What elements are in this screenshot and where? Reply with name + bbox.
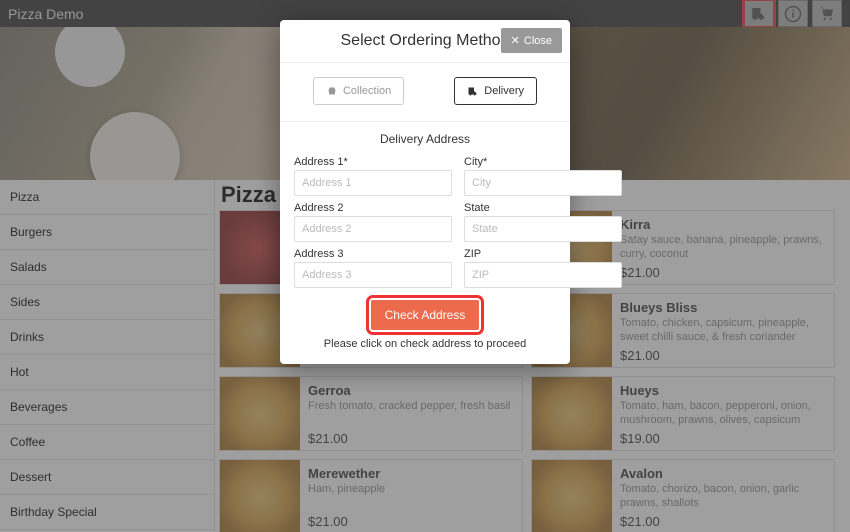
collection-button[interactable]: Collection	[313, 77, 404, 105]
basket-icon	[326, 85, 338, 97]
field-address1: Address 1*	[294, 152, 452, 196]
ordering-method-modal: Select Ordering Method ✕ Close Collectio…	[280, 20, 570, 364]
field-zip: ZIP	[464, 244, 622, 288]
field-address2: Address 2	[294, 198, 452, 242]
address-form: Address 1* City* Address 2 State Address…	[280, 152, 570, 294]
close-icon: ✕	[511, 34, 520, 47]
modal-header: Select Ordering Method ✕ Close	[280, 20, 570, 63]
delivery-button[interactable]: Delivery	[454, 77, 537, 105]
field-address3: Address 3	[294, 244, 452, 288]
field-city: City*	[464, 152, 622, 196]
close-label: Close	[524, 35, 552, 47]
input-city[interactable]	[464, 170, 622, 196]
label-address2: Address 2	[294, 202, 452, 214]
label-address1: Address 1*	[294, 156, 452, 168]
label-zip: ZIP	[464, 248, 622, 260]
check-address-button[interactable]: Check Address	[371, 300, 480, 330]
collection-label: Collection	[343, 85, 391, 97]
input-state[interactable]	[464, 216, 622, 242]
check-address-wrap: Check Address	[280, 294, 570, 334]
close-button[interactable]: ✕ Close	[501, 28, 562, 53]
label-state: State	[464, 202, 622, 214]
modal-title: Select Ordering Method	[341, 32, 510, 50]
truck-icon	[467, 85, 479, 97]
check-address-hint: Please click on check address to proceed	[280, 334, 570, 364]
input-zip[interactable]	[464, 262, 622, 288]
delivery-label: Delivery	[484, 85, 524, 97]
input-address1[interactable]	[294, 170, 452, 196]
input-address2[interactable]	[294, 216, 452, 242]
input-address3[interactable]	[294, 262, 452, 288]
field-state: State	[464, 198, 622, 242]
label-city: City*	[464, 156, 622, 168]
ordering-methods: Collection Delivery	[280, 63, 570, 122]
label-address3: Address 3	[294, 248, 452, 260]
delivery-address-heading: Delivery Address	[280, 122, 570, 152]
